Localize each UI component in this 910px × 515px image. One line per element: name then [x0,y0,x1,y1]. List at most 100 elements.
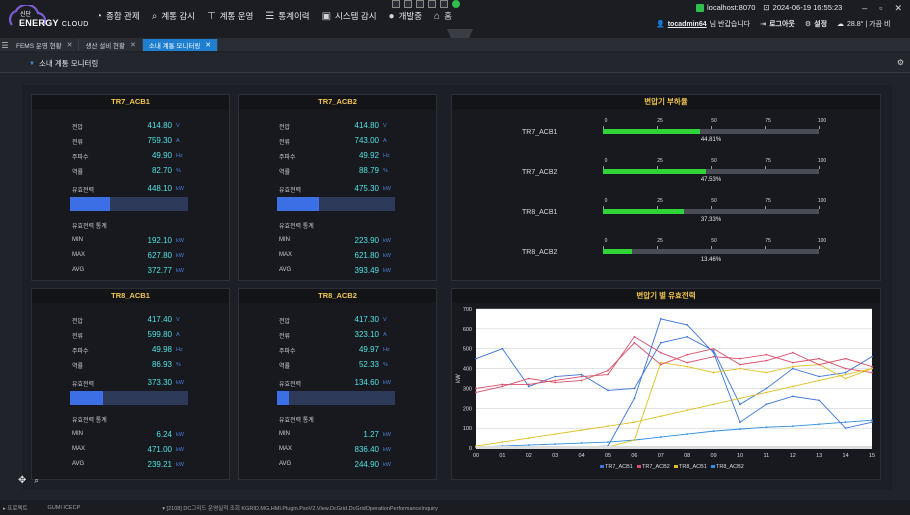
value-active: 134.60 [354,378,379,387]
top-bar: 신단 ENERGY CLOUD ◔ 종합 관제 ⌕ 계통 감시 ⊤ 계통 운영 ☰ 통계이력 ▣ 시… [0,0,910,38]
x-tick-label: 12 [790,453,796,459]
series-point [633,397,636,400]
label-stats: 유효전력 통계 [279,418,314,424]
label-voltage: 전압 [279,125,291,131]
series-point [659,351,662,354]
home-icon: ⌂ [434,10,441,22]
gauge-tick-label: 50 [711,158,717,164]
value-current: 323.10 [354,330,379,339]
menu-item-4[interactable]: ▣ 시스템 감시 [322,10,377,22]
quick-icon-2[interactable] [404,0,412,8]
x-tick-label: 07 [658,453,664,459]
gauge-tick-label: 75 [765,118,771,124]
menu-label: 통계이력 [278,11,310,21]
label-pf: 역률 [72,364,84,370]
tab-close-icon[interactable]: ✕ [205,41,211,49]
unit-avg: kW [176,268,184,274]
x-tick-label: 11 [764,453,770,459]
label-avg: AVG [72,267,85,273]
quick-icon-5[interactable] [440,0,448,8]
settings-button[interactable]: ⚙ 설정 [805,19,827,29]
legend-label: TR8_ACB2 [716,464,744,470]
maximize-icon[interactable]: ▫ [879,3,882,14]
close-icon[interactable]: ✕ [894,3,902,14]
unit-min: kW [383,432,391,438]
label-voltage: 전압 [279,319,291,325]
unit-active: kW [383,186,391,192]
map-tools: ✥ ⌕ [18,475,39,486]
collapse-icon[interactable]: ▼ [29,61,35,67]
menu-item-0[interactable]: ◔ 종합 관제 [96,10,140,22]
gauge-tick-label: 0 [604,118,608,124]
x-tick-label: 03 [552,453,558,459]
zoom-icon[interactable]: ⌕ [34,476,38,486]
gauge-tick [819,246,820,249]
menu-item-6[interactable]: ⌂ 홈 [434,10,452,22]
chart-panel: 변압기 별 유효전력 0 100 200 300 400 500 600 700 00 01 02 0… [451,288,881,480]
tab-2[interactable]: 소내 계통 모니터링 ✕ [142,39,219,51]
menu-label: 홈 [444,11,452,21]
gauge-fill [603,129,700,134]
label-stats: 유효전력 통계 [72,224,107,230]
tab-close-icon[interactable]: ✕ [130,41,136,49]
quick-icon-4[interactable] [428,0,436,8]
power-line-chart: 0 100 200 300 400 500 600 700 00 01 02 03 04 05 06 07 08… [456,307,875,470]
series-point [791,385,794,388]
chart-title: 변압기 별 유효전력 [452,289,880,303]
series-point [844,373,847,376]
series-point [580,375,583,378]
quick-icon-3[interactable] [416,0,424,8]
y-tick-label: 400 [463,367,472,373]
value-pf: 88.79 [358,166,379,175]
x-tick-label: 02 [526,453,532,459]
label-pf: 역률 [279,364,291,370]
main-menu: ◔ 종합 관제 ⌕ 계통 감시 ⊤ 계통 운영 ☰ 통계이력 ▣ 시스템 감시 ● 개발중 ⌂ 홈 [96,10,464,22]
gauge-tick-label: 75 [765,158,771,164]
page-settings-icon[interactable]: ⚙ [897,58,904,67]
value-min: 1.27 [363,430,379,439]
dropdown-toggle[interactable] [447,29,473,38]
user-icon: 👤 [656,21,665,28]
series-point [791,367,794,370]
app-logo[interactable]: 신단 ENERGY CLOUD [6,5,88,33]
load-panel-title: 변압기 부하율 [452,95,880,109]
label-stats: 유효전력 통계 [279,224,314,230]
unit-max: kW [176,253,184,259]
unit-active: kW [176,380,184,386]
series-point [739,367,741,370]
gauge-track [603,209,819,214]
series-point [633,387,636,390]
series-point [818,375,821,378]
menu-item-5[interactable]: ● 개발중 [389,10,423,22]
active-power-bar [277,391,395,405]
gauge-tick [819,206,820,209]
menu-item-2[interactable]: ⊤ 계통 운영 [207,10,253,22]
window-buttons: – ▫ ✕ [862,3,902,14]
value-max: 836.40 [354,445,379,454]
label-freq: 주파수 [279,155,296,161]
menu-toggle-icon[interactable]: ☰ [0,39,10,51]
gauge-fill [603,169,706,174]
menu-label: 종합 관제 [106,11,140,21]
quick-icon-1[interactable] [392,0,400,8]
move-icon[interactable]: ✥ [18,475,26,486]
tab-close-icon[interactable]: ✕ [67,41,73,49]
label-stats: 유효전력 통계 [72,418,107,424]
menu-item-1[interactable]: ⌕ 계통 감시 [152,10,195,22]
series-point [554,379,557,382]
load-name: TR8_ACB2 [522,249,558,256]
quick-icon-6[interactable] [452,0,460,8]
acb-panel: TR7_ACB1 전압 414.80 V 전류 759.30 A 주파수 49.90 Hz 역률 82… [31,94,230,281]
load-gauge: 0 25 50 75 100 47.53% [603,158,826,183]
tab-label: FEMS 운영 현황 [16,43,62,50]
series-point [659,361,662,364]
acb-panel: TR8_ACB2 전압 417.30 V 전류 323.10 A 주파수 49.97 Hz 역률 52… [238,288,437,480]
logout-button[interactable]: ⇥ 로그아웃 [760,19,795,29]
tab-label: 생산 설비 현황 [85,43,125,50]
x-tick-label: 04 [579,453,585,459]
tab-1[interactable]: 생산 설비 현황 ✕ [79,39,143,51]
tab-0[interactable]: FEMS 운영 현황 ✕ [10,39,80,51]
minimize-icon[interactable]: – [862,3,867,14]
x-tick-label: 06 [631,453,637,459]
menu-item-3[interactable]: ☰ 통계이력 [265,10,309,22]
